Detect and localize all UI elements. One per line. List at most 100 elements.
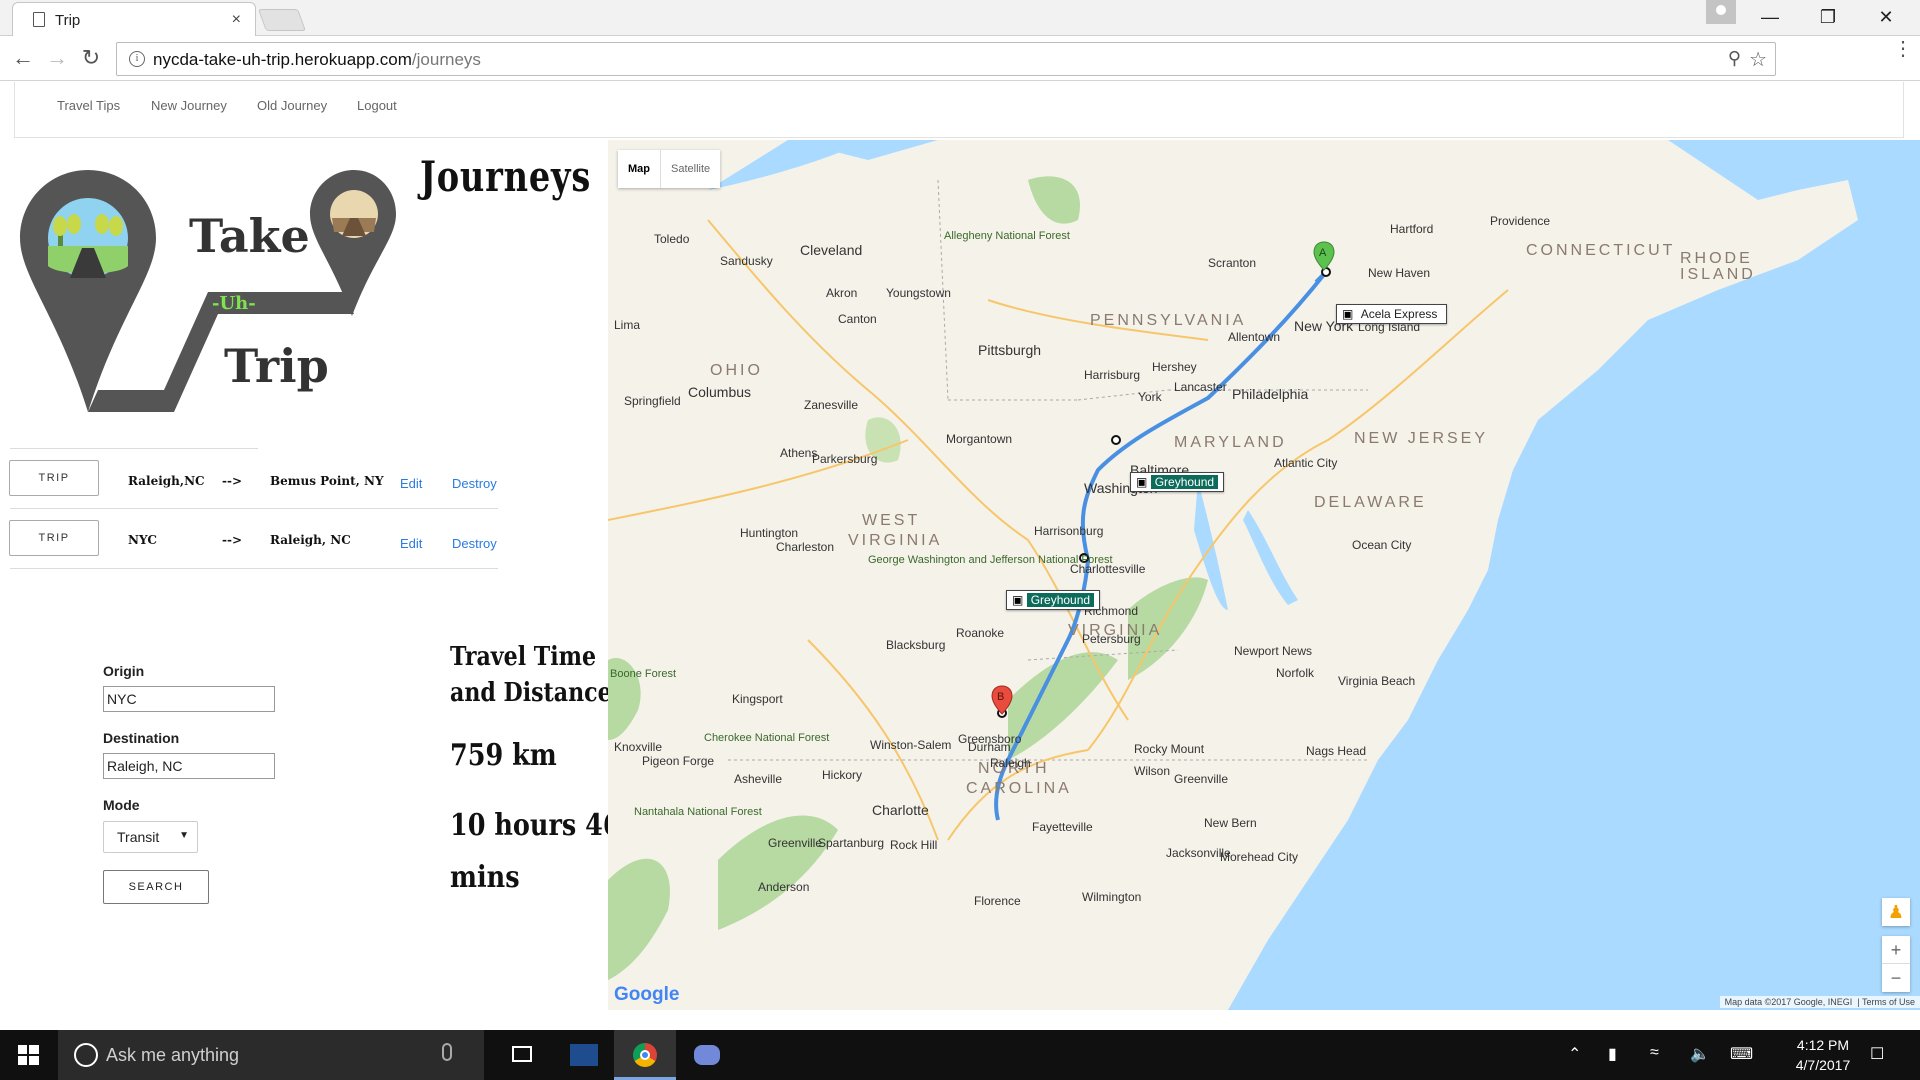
map-city-label: Hickory: [822, 768, 863, 782]
cortana-placeholder: Ask me anything: [106, 1045, 240, 1065]
transit-name: Acela Express: [1360, 307, 1438, 321]
nav-travel-tips[interactable]: Travel Tips: [57, 98, 120, 113]
transit-name: Greyhound: [1150, 475, 1219, 489]
transit-label[interactable]: ▣ Greyhound: [1006, 590, 1101, 610]
map-state-label: CAROLINA: [966, 780, 1072, 797]
keyboard-icon[interactable]: ⌨: [1730, 1044, 1753, 1064]
transit-label[interactable]: ▣ Greyhound: [1130, 472, 1225, 492]
map-city-label: Athens: [780, 446, 818, 460]
windows-taskbar: Ask me anything ⌃ ▮ ≈ 🔈 ⌨ 4:12 PM 4/7/20…: [0, 1030, 1920, 1080]
browser-menu-icon[interactable]: ⋮: [1893, 39, 1913, 59]
map-city-label: Rocky Mount: [1134, 742, 1205, 756]
address-bar[interactable]: i nycda-take-uh-trip.herokuapp.com/journ…: [116, 42, 1776, 76]
search-button[interactable]: SEARCH: [103, 870, 209, 904]
map-park-label: Cherokee National Forest: [704, 732, 830, 744]
map-city-label: Lima: [614, 318, 641, 332]
street-view-pegman-icon[interactable]: ♟: [1882, 898, 1910, 926]
summary-title-line1: Travel Time: [450, 642, 597, 672]
map-city-label: Newport News: [1234, 644, 1313, 658]
profile-icon[interactable]: [1706, 0, 1736, 24]
tab-trip[interactable]: Trip ×: [12, 2, 256, 36]
bus-icon: ▣: [1342, 307, 1354, 321]
route-map[interactable]: A B Map Satellite PENNSYLVANIA OHIO MARY…: [608, 140, 1920, 1010]
map-state-label: DELAWARE: [1314, 494, 1427, 511]
map-city-label: Cleveland: [800, 242, 863, 258]
action-center-icon[interactable]: ☐: [1870, 1044, 1884, 1064]
map-type-map-button[interactable]: Map: [618, 150, 661, 188]
zoom-out-button[interactable]: −: [1882, 964, 1910, 992]
wifi-icon[interactable]: ≈: [1650, 1044, 1659, 1062]
task-view-icon[interactable]: [490, 1030, 552, 1080]
discord-icon[interactable]: [676, 1030, 738, 1080]
trip-destination: Bemus Point, NY: [270, 474, 384, 488]
destination-input[interactable]: [103, 753, 275, 779]
transit-label[interactable]: ▣ Acela Express: [1336, 304, 1448, 324]
divider: [10, 568, 498, 569]
map-state-label: MARYLAND: [1174, 434, 1287, 451]
cortana-search-box[interactable]: Ask me anything: [58, 1030, 484, 1080]
map-city-label: Pittsburgh: [978, 342, 1042, 358]
show-hidden-icons-icon[interactable]: ⌃: [1568, 1044, 1581, 1064]
new-tab-button[interactable]: [257, 9, 307, 31]
map-state-label: VIRGINIA: [848, 532, 943, 549]
info-icon[interactable]: i: [129, 51, 145, 67]
map-city-label: Pigeon Forge: [642, 754, 715, 768]
trip-edit-link[interactable]: Edit: [400, 536, 422, 551]
map-city-label: Fayetteville: [1032, 820, 1093, 834]
bus-icon: ▣: [1012, 593, 1024, 607]
zoom-in-button[interactable]: +: [1882, 936, 1910, 964]
origin-input[interactable]: [103, 686, 275, 712]
mode-select[interactable]: Transit ▼: [103, 821, 198, 853]
map-city-label: Knoxville: [614, 740, 663, 754]
trip-button[interactable]: TRIP: [9, 460, 99, 496]
minimize-icon[interactable]: —: [1746, 4, 1794, 30]
nav-logout[interactable]: Logout: [357, 98, 397, 113]
microphone-icon[interactable]: [442, 1043, 452, 1061]
nav-old-journey[interactable]: Old Journey: [257, 98, 327, 113]
nav-new-journey[interactable]: New Journey: [151, 98, 227, 113]
map-city-label: Hartford: [1390, 222, 1434, 236]
terms-link[interactable]: Terms of Use: [1862, 997, 1915, 1007]
clock-time[interactable]: 4:12 PM: [1786, 1037, 1860, 1053]
summary-title-line2: and Distance: [450, 678, 612, 708]
map-city-label: Harrisburg: [1084, 368, 1141, 382]
map-city-label: Harrisonburg: [1034, 524, 1104, 538]
map-city-label: Petersburg: [1082, 632, 1141, 646]
reload-icon[interactable]: ↻: [78, 47, 104, 69]
map-city-label: York: [1138, 390, 1162, 404]
bus-icon: ▣: [1136, 475, 1148, 489]
close-window-icon[interactable]: ✕: [1862, 4, 1910, 30]
site-navbar: Travel Tips New Journey Old Journey Logo…: [14, 82, 1904, 138]
map-city-label: Hershey: [1152, 360, 1197, 374]
map-city-label: Raleigh: [990, 756, 1031, 770]
app-icon[interactable]: [552, 1030, 614, 1080]
trip-button[interactable]: TRIP: [9, 520, 99, 556]
battery-icon[interactable]: ▮: [1608, 1044, 1617, 1064]
map-city-label: Winston-Salem: [870, 738, 952, 752]
map-type-satellite-button[interactable]: Satellite: [661, 150, 720, 188]
trip-destroy-link[interactable]: Destroy: [452, 476, 497, 491]
tab-close-icon[interactable]: ×: [232, 11, 241, 29]
map-city-label: New Haven: [1368, 266, 1431, 280]
trip-destroy-link[interactable]: Destroy: [452, 536, 497, 551]
origin-label: Origin: [103, 663, 145, 679]
map-city-label: Huntington: [740, 526, 799, 540]
map-city-label: Atlantic City: [1274, 456, 1338, 470]
browser-tabstrip: Trip × — ❐ ✕: [0, 0, 1920, 36]
map-park-label: Allegheny National Forest: [944, 230, 1070, 242]
map-state-label: OHIO: [710, 362, 763, 379]
take-uh-trip-logo: Take -Uh- Trip: [20, 170, 396, 412]
clock-date[interactable]: 4/7/2017: [1786, 1057, 1860, 1073]
chrome-icon[interactable]: [614, 1030, 676, 1080]
trip-edit-link[interactable]: Edit: [400, 476, 422, 491]
map-city-label: Youngstown: [886, 286, 951, 300]
back-icon[interactable]: ←: [10, 47, 36, 69]
zoom-icon[interactable]: ⚲: [1728, 48, 1741, 69]
dropdown-caret-icon: ▼: [179, 830, 189, 841]
forward-icon[interactable]: →: [44, 47, 70, 69]
bookmark-star-icon[interactable]: ☆: [1749, 47, 1767, 72]
volume-icon[interactable]: 🔈: [1690, 1044, 1710, 1064]
windows-start-icon[interactable]: [0, 1030, 58, 1080]
map-city-label: Akron: [826, 286, 858, 300]
restore-icon[interactable]: ❐: [1804, 4, 1852, 30]
